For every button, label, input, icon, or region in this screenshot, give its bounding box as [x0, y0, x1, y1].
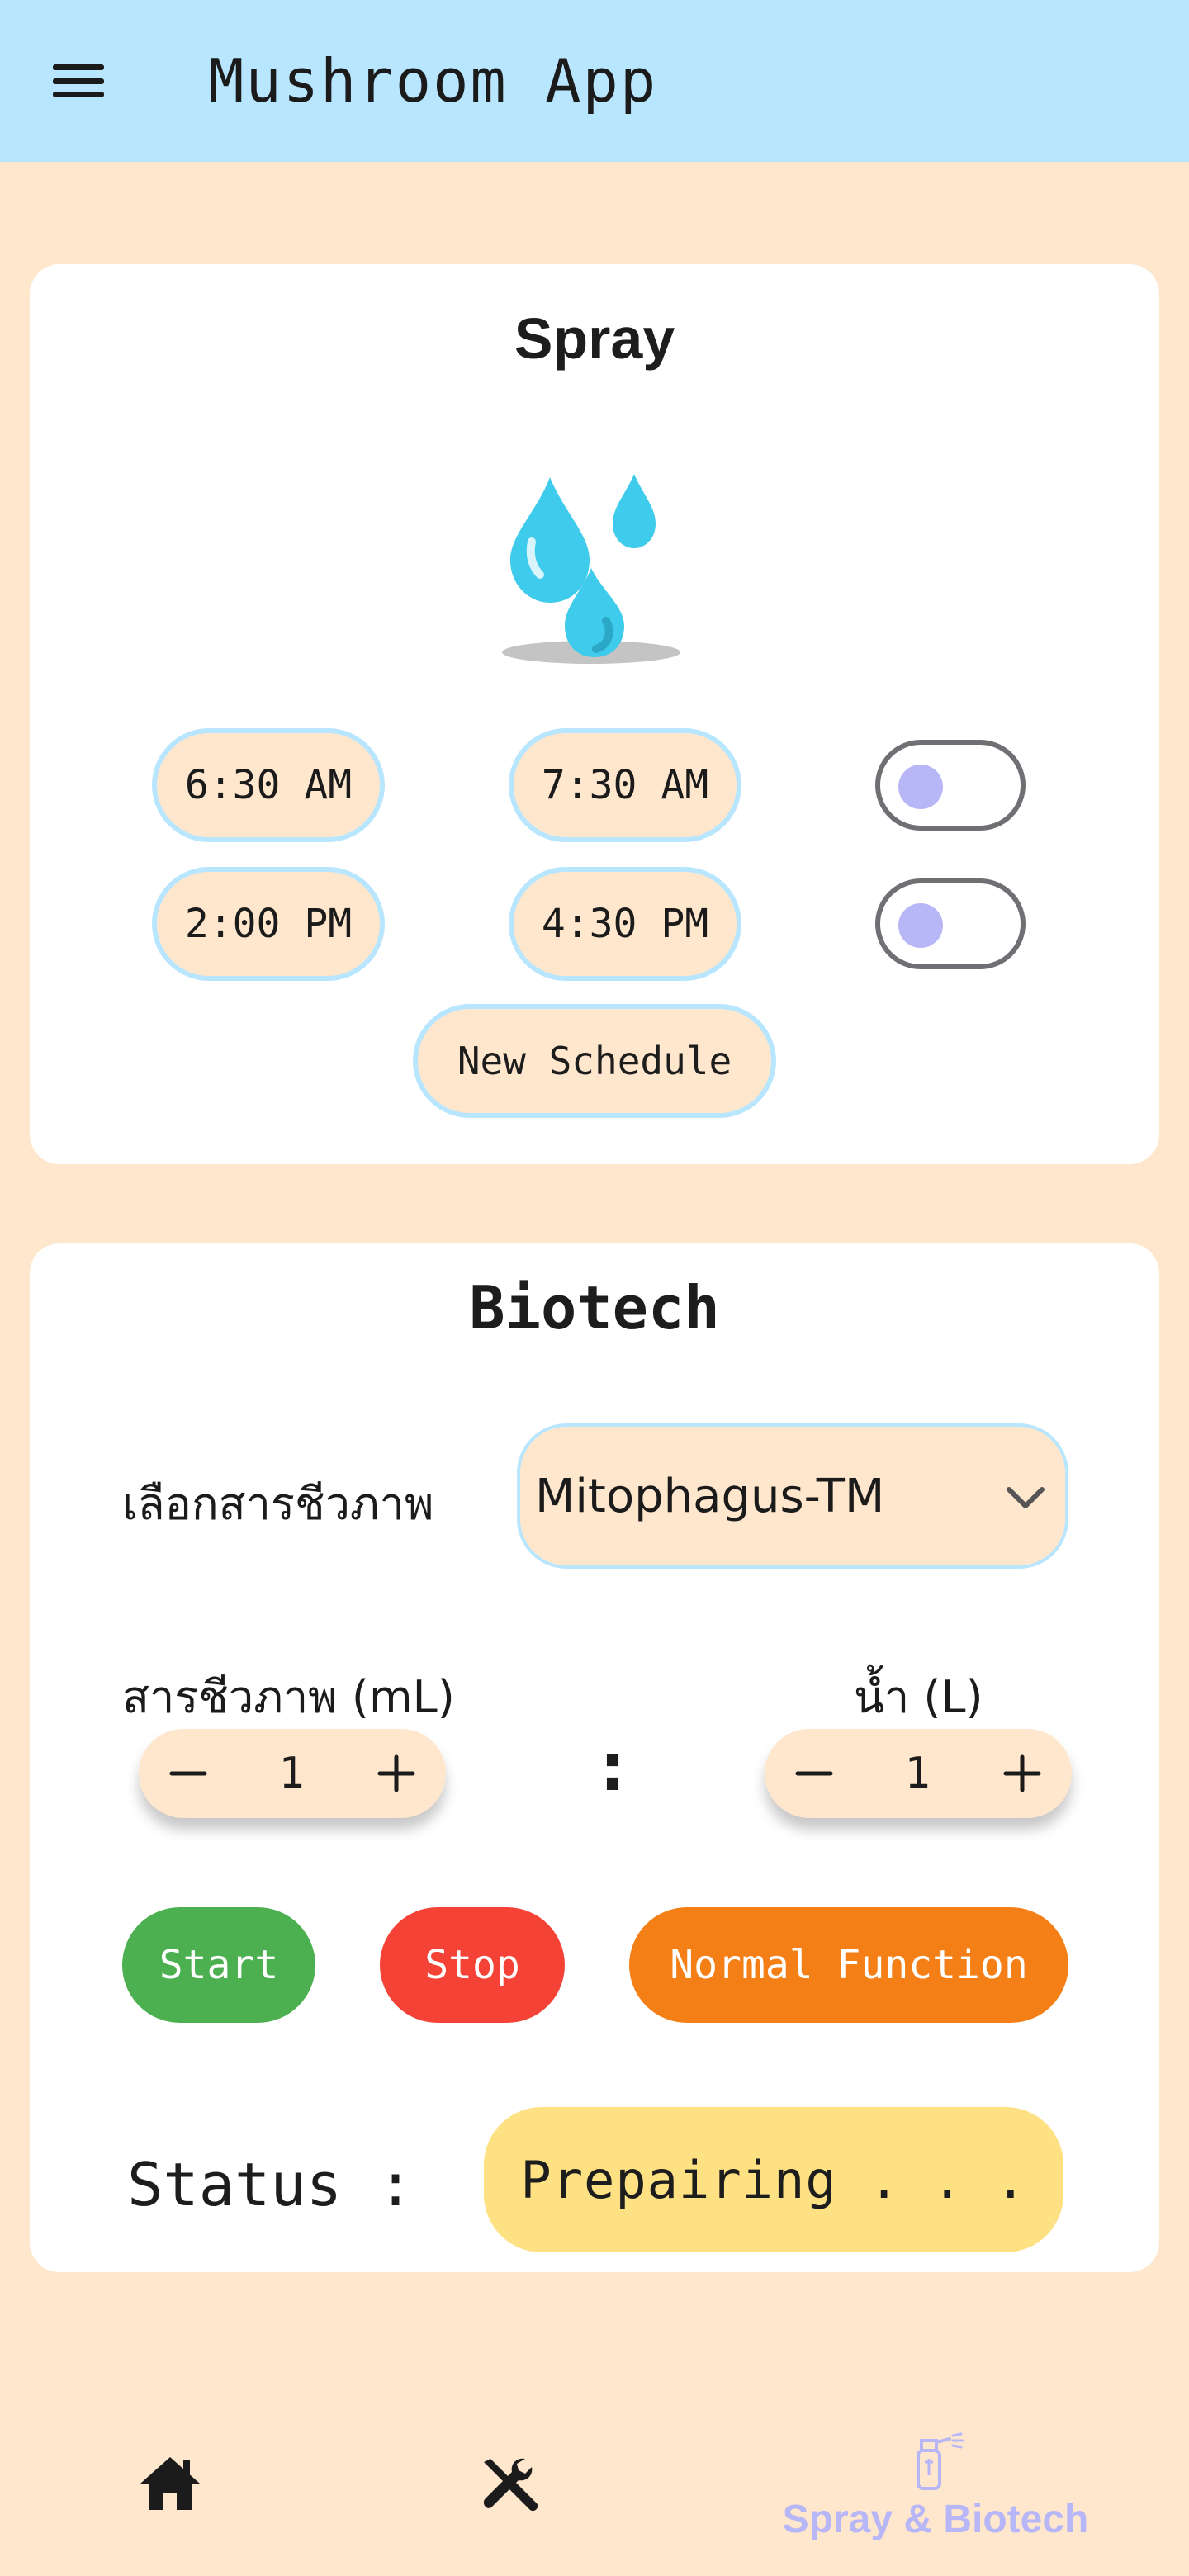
biotech-select[interactable]: Mitophagus-TM — [517, 1423, 1068, 1569]
select-biotech-label: เลือกสารชีวภาพ — [122, 1478, 434, 1530]
schedule-2-toggle[interactable] — [875, 878, 1026, 969]
home-icon[interactable] — [137, 2454, 203, 2513]
menu-icon[interactable] — [50, 58, 107, 104]
biotech-select-value: Mitophagus-TM — [535, 1470, 885, 1523]
biotech-title: Biotech — [469, 1273, 720, 1342]
increment-button[interactable] — [989, 1740, 1055, 1807]
minus-icon — [795, 1771, 833, 1776]
start-button[interactable]: Start — [122, 1907, 315, 2023]
water-amount-label: น้ำ (L) — [854, 1671, 983, 1723]
new-schedule-button[interactable]: New Schedule — [413, 1004, 776, 1118]
status-badge: Prepairing . . . — [484, 2107, 1063, 2252]
tools-icon[interactable] — [477, 2454, 543, 2518]
schedule-1-start-time[interactable]: 6:30 AM — [152, 728, 385, 842]
decrement-button[interactable] — [155, 1740, 221, 1807]
schedule-2-start-time[interactable]: 2:00 PM — [152, 867, 385, 981]
status-label: Status : — [127, 2150, 414, 2219]
water-drops-icon — [502, 474, 680, 664]
bio-amount-value: 1 — [278, 1749, 305, 1798]
bio-amount-label: สารชีวภาพ (mL) — [122, 1671, 455, 1723]
chevron-down-icon — [1007, 1487, 1045, 1508]
app-bar: Mushroom App — [0, 0, 1189, 162]
increment-button[interactable] — [363, 1740, 429, 1807]
water-amount-value: 1 — [904, 1749, 931, 1798]
schedule-2-end-time[interactable]: 4:30 PM — [509, 867, 741, 981]
normal-function-button[interactable]: Normal Function — [629, 1907, 1068, 2023]
toggle-knob — [898, 903, 943, 948]
plus-icon — [1003, 1754, 1041, 1792]
minus-icon — [169, 1771, 207, 1776]
nav-spray-biotech-label[interactable]: Spray & Biotech — [775, 2497, 1097, 2542]
schedule-1-toggle[interactable] — [875, 740, 1026, 831]
spray-bottle-icon[interactable] — [903, 2432, 964, 2492]
stop-button[interactable]: Stop — [380, 1907, 565, 2023]
spray-title: Spray — [514, 306, 675, 371]
bio-amount-stepper[interactable]: 1 — [139, 1729, 446, 1818]
plus-icon — [377, 1754, 415, 1792]
water-amount-stepper[interactable]: 1 — [765, 1729, 1072, 1818]
biotech-card: Biotech เลือกสารชีวภาพ Mitophagus-TM สาร… — [30, 1243, 1159, 2272]
toggle-knob — [898, 765, 943, 809]
decrement-button[interactable] — [781, 1740, 847, 1807]
ratio-separator: : — [599, 1729, 626, 1806]
app-title: Mushroom App — [208, 46, 658, 116]
spray-card: Spray 6:30 AM 7:30 AM 2:00 PM 4:30 PM Ne… — [30, 264, 1159, 1164]
schedule-1-end-time[interactable]: 7:30 AM — [509, 728, 741, 842]
